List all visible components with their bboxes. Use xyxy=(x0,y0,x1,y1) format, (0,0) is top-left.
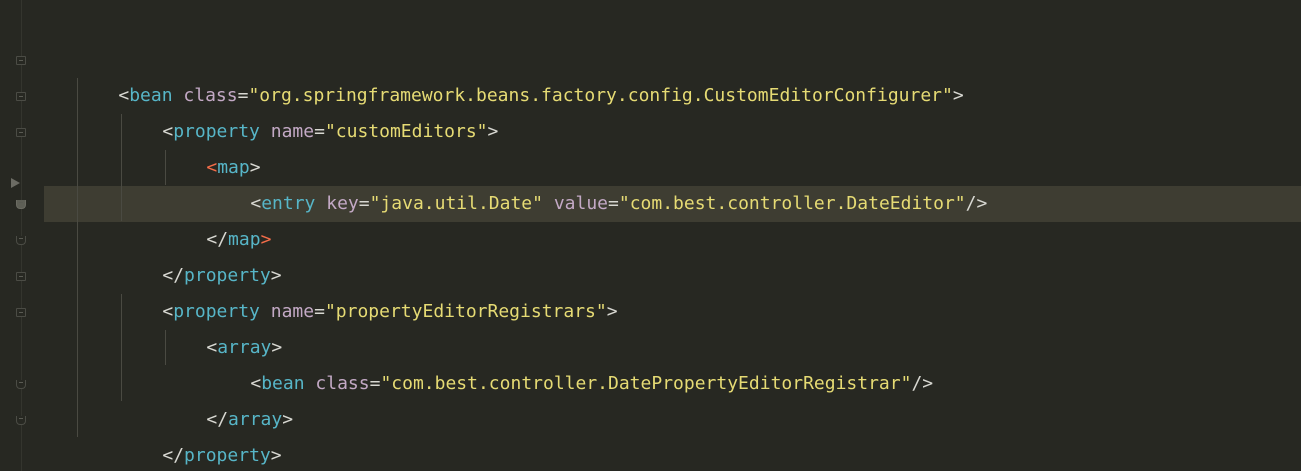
code-line[interactable]: <bean class="org.springframework.beans.f… xyxy=(75,42,963,106)
attribute-name: value xyxy=(553,193,609,214)
code-line[interactable]: </array> xyxy=(163,366,293,430)
tag-close-bracket: /> xyxy=(965,193,988,214)
tag-close-bracket: > xyxy=(606,301,618,322)
attribute-equals: = xyxy=(358,193,370,214)
editor-gutter xyxy=(0,0,44,471)
fold-marker-icon[interactable] xyxy=(16,92,26,101)
code-editor[interactable]: <bean class="org.springframework.beans.f… xyxy=(0,0,1301,471)
tag-close-bracket: > xyxy=(487,121,499,142)
code-line[interactable]: <array> xyxy=(163,294,282,358)
attribute-equals: = xyxy=(314,301,325,322)
fold-marker-icon[interactable] xyxy=(16,236,26,245)
fold-marker-icon[interactable] xyxy=(16,56,26,65)
attribute-name: name xyxy=(270,121,315,142)
tag-close-bracket: /> xyxy=(911,373,934,394)
tag-name: property xyxy=(184,445,271,466)
attribute-equals: = xyxy=(608,193,619,214)
tag-close-bracket: > xyxy=(282,409,294,430)
fold-marker-icon[interactable] xyxy=(16,416,26,425)
code-line[interactable]: </property> xyxy=(119,222,281,286)
tag-close-bracket: > xyxy=(952,85,964,106)
fold-marker-icon[interactable] xyxy=(16,380,26,389)
fold-marker-icon[interactable] xyxy=(16,200,26,209)
attribute-equals: = xyxy=(369,373,381,394)
code-line[interactable]: <bean class="com.best.controller.DatePro… xyxy=(207,330,933,394)
tag-close-bracket: > xyxy=(270,445,282,466)
attribute-name: class xyxy=(315,373,370,394)
attribute-name: key xyxy=(326,193,359,214)
code-line[interactable]: <map> xyxy=(163,114,260,178)
fold-marker-icon[interactable] xyxy=(16,272,26,281)
current-line-arrow-icon xyxy=(11,178,20,188)
code-line[interactable]: </property> xyxy=(119,402,281,466)
code-line[interactable]: <property name="customEditors"> xyxy=(119,78,498,142)
code-line[interactable]: <entry key="java.util.Date" value="com.b… xyxy=(207,150,987,214)
attribute-value: "propertyEditorRegistrars" xyxy=(324,301,607,322)
code-line-current[interactable]: </map> xyxy=(163,186,271,250)
fold-marker-icon[interactable] xyxy=(16,128,26,137)
code-line[interactable]: <property name="propertyEditorRegistrars… xyxy=(119,258,617,322)
tag-open-bracket: </ xyxy=(162,445,185,466)
attribute-value: "java.util.Date" xyxy=(369,193,543,214)
fold-marker-icon[interactable] xyxy=(16,308,26,317)
attribute-value: "com.best.controller.DateEditor" xyxy=(618,193,966,214)
attribute-equals: = xyxy=(314,121,325,142)
attribute-value: "com.best.controller.DatePropertyEditorR… xyxy=(380,373,912,394)
attribute-value: "customEditors" xyxy=(324,121,488,142)
